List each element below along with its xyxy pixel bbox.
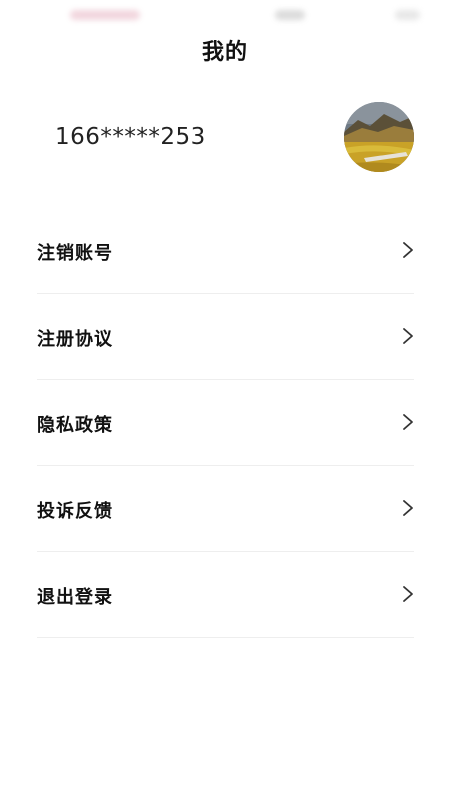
menu-item-registration-agreement[interactable]: 注册协议 xyxy=(37,294,414,380)
menu-item-label: 退出登录 xyxy=(37,587,113,608)
menu-item-label: 投诉反馈 xyxy=(37,501,113,522)
profile-section: 166*****253 xyxy=(0,102,450,174)
menu-item-cancel-account[interactable]: 注销账号 xyxy=(37,208,414,294)
status-bar xyxy=(0,0,450,30)
menu-item-label: 注册协议 xyxy=(37,329,113,350)
menu-item-logout[interactable]: 退出登录 xyxy=(37,552,414,638)
status-bar-blur-left xyxy=(70,10,140,20)
my-page-screen: 我的 166*****253 注销账号 注册协议 隐私政策 投诉反馈 退出登录 xyxy=(0,0,450,800)
status-bar-blur-right xyxy=(395,10,420,20)
chevron-right-icon xyxy=(403,242,413,258)
status-bar-blur-center xyxy=(275,10,305,20)
phone-number: 166*****253 xyxy=(55,124,206,150)
menu-item-label: 注销账号 xyxy=(37,243,113,264)
chevron-right-icon xyxy=(403,414,413,430)
chevron-right-icon xyxy=(403,586,413,602)
menu-item-complaint-feedback[interactable]: 投诉反馈 xyxy=(37,466,414,552)
chevron-right-icon xyxy=(403,328,413,344)
landscape-avatar-icon xyxy=(344,102,414,172)
chevron-right-icon xyxy=(403,500,413,516)
avatar[interactable] xyxy=(344,102,414,172)
menu-item-privacy-policy[interactable]: 隐私政策 xyxy=(37,380,414,466)
page-title: 我的 xyxy=(201,40,248,65)
settings-menu: 注销账号 注册协议 隐私政策 投诉反馈 退出登录 xyxy=(37,208,414,638)
menu-item-label: 隐私政策 xyxy=(37,415,113,436)
